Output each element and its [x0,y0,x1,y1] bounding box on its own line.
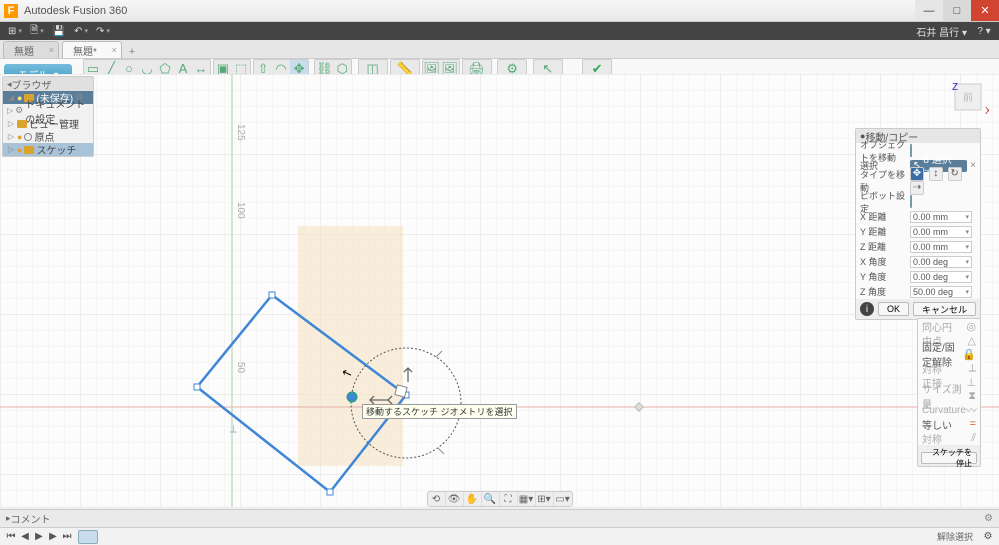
app-logo-icon: F [4,4,18,18]
display-icon[interactable]: ▦▾ [518,492,536,506]
tooltip: 移動するスケッチ ジオメトリを選択 [362,404,517,419]
timeline-back-icon[interactable]: ◀ [18,531,32,542]
browser-header[interactable]: ◂ ブラウザ [3,77,93,91]
undo-icon[interactable]: ↶ [70,23,92,39]
view-cube[interactable]: 前 X Z [949,78,989,118]
move-copy-panel: ● 移動/コピー オブジェクトを移動 選択↖8 選択 済み× タイプを移動 ✥ … [855,128,981,320]
move-type-rotate-icon[interactable]: ↻ [948,167,962,181]
move-type-point-icon[interactable]: ⇢ [910,181,924,195]
title-bar: F Autodesk Fusion 360 — □ ✕ [0,0,999,22]
ok-button[interactable]: OK [878,302,909,316]
y-distance-input[interactable]: 0.00 mm [910,226,972,238]
orbit-icon[interactable]: ⟲ [428,492,446,506]
gear-icon: ⚙ [15,105,23,116]
file-menu-icon[interactable]: 🗎 [26,23,48,39]
zoom-icon[interactable]: 🔍 [482,492,500,506]
y-angle-input[interactable]: 0.00 deg [910,271,972,283]
window-close-button[interactable]: ✕ [971,0,999,21]
svg-text:50: 50 [235,362,246,374]
quick-access-bar: ⊞ 🗎 💾 ↶ ↷ 石井 昌行 ▾ ? ▾ [0,22,999,40]
browser-node[interactable]: ▷●スケッチ [3,143,93,156]
z-distance-input[interactable]: 0.00 mm [910,241,972,253]
comments-bar[interactable]: ▸ コメント ⚙ [0,509,999,527]
status-text: 解除選択 [929,530,981,543]
timeline-start-icon[interactable]: ⏮ [4,531,18,542]
sketch-palette: 同心円◎ 中点△ 固定/固定解除🔒 対称⟂ 正接⊥ サイズ測量⧗ Curvatu… [917,318,981,467]
canvas[interactable]: 125 100 50 ⟂ 前 X Z ↖ 移動するスケッチ ジオメトリを選択 [0,74,999,507]
symmetry-icon[interactable]: ⟂ [969,362,976,375]
help-icon[interactable]: ? ▾ [973,23,995,39]
grid-menu-icon[interactable]: ⊞ [4,23,26,39]
app-title: Autodesk Fusion 360 [24,5,915,17]
timeline-bar: ⏮ ◀ ▶ ▶ ⏭ 解除選択 ⚙ [0,527,999,545]
grid-icon[interactable]: ⊞▾ [536,492,554,506]
close-icon[interactable]: × [49,45,54,55]
window-maximize-button[interactable]: □ [943,0,971,21]
x-angle-input[interactable]: 0.00 deg [910,256,972,268]
tab-doc-0[interactable]: 無題× [3,41,59,58]
timeline-play-icon[interactable]: ▶ [32,531,46,542]
svg-text:X: X [985,106,989,117]
document-tabs: 無題× 無題*× + [0,40,999,59]
pivot-set-button[interactable] [910,195,912,208]
look-icon[interactable]: 👁 [446,492,464,506]
svg-text:⟂: ⟂ [230,424,237,435]
cancel-button[interactable]: キャンセル [913,302,976,316]
x-distance-input[interactable]: 0.00 mm [910,211,972,223]
info-icon[interactable]: i [860,302,874,316]
z-angle-input[interactable]: 50.00 deg [910,286,972,298]
nav-bar: ⟲ 👁 ✋ 🔍 ⛶ ▦▾ ⊞▾ ▭▾ [427,491,573,507]
parallel-icon[interactable]: ⫽ [971,432,976,445]
gear-icon[interactable]: ⚙ [984,513,993,524]
timeline-feature[interactable] [78,530,98,544]
dimension-icon[interactable]: ⧗ [968,390,976,403]
move-type-translate-icon[interactable]: ↕ [929,167,943,181]
user-name[interactable]: 石井 昌行 ▾ [910,24,973,39]
browser-panel: ◂ ブラウザ ◢●(未保存)⚙ ▷⚙ドキュメントの設定 ▷ビュー管理 ▷●原点 … [2,76,94,157]
window-minimize-button[interactable]: — [915,0,943,21]
viewport-icon[interactable]: ▭▾ [554,492,572,506]
timeline-end-icon[interactable]: ⏭ [60,531,74,542]
save-icon[interactable]: 💾 [48,23,70,39]
lock-icon[interactable]: 🔒 [962,348,976,361]
pan-icon[interactable]: ✋ [464,492,482,506]
concentric-icon[interactable]: ◎ [966,320,976,333]
fit-icon[interactable]: ⛶ [500,492,518,506]
equal-icon[interactable]: = [970,418,976,430]
svg-text:Z: Z [952,82,958,93]
svg-text:125: 125 [235,124,246,141]
settings-icon[interactable]: ⚙ [981,531,995,542]
new-tab-button[interactable]: + [125,46,139,58]
redo-icon[interactable]: ↷ [92,23,114,39]
timeline-fwd-icon[interactable]: ▶ [46,531,60,542]
svg-text:100: 100 [235,202,246,219]
viewcube-face-label: 前 [963,91,973,104]
close-icon[interactable]: × [112,45,117,55]
stop-sketch-button[interactable]: スケッチを停止 [921,452,977,464]
object-type-picker[interactable] [910,144,912,157]
curvature-icon[interactable]: 〰 [966,402,977,418]
move-type-free-icon[interactable]: ✥ [910,167,924,181]
midpoint-icon[interactable]: △ [968,334,976,347]
tab-doc-1[interactable]: 無題*× [62,41,122,58]
